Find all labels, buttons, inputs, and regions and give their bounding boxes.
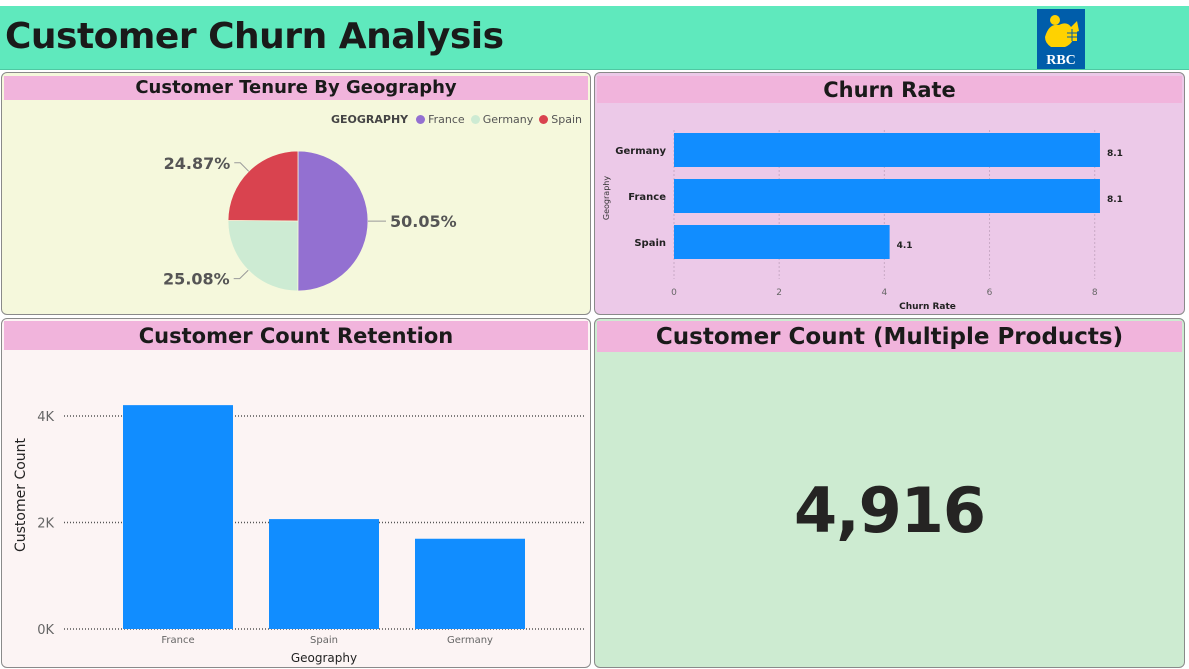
logo-text: RBC <box>1046 53 1076 68</box>
churn-rate-bar-chart[interactable]: 0 2 4 6 8Germany 8.1France 8.1Spain 4.1Churn Ra… <box>595 73 1185 315</box>
pie-slice-germany[interactable] <box>227 220 299 292</box>
data-label-spain: 24.87% <box>164 154 231 173</box>
rbc-logo: RBC <box>1037 9 1085 69</box>
x-tick-label-8: 8 <box>1092 288 1098 298</box>
multi-panel-title: Customer Count (Multiple Products) <box>597 321 1182 352</box>
y-tick-label-0: 0K <box>37 623 54 638</box>
x-tick-label-4: 4 <box>881 288 887 298</box>
x-tick-label-france: France <box>161 635 194 646</box>
pie-slice-france[interactable] <box>297 150 369 292</box>
y-tick-label-germany: Germany <box>615 146 666 157</box>
tenure-by-geography-panel[interactable]: Customer Tenure By Geography GEOGRAPHY F… <box>1 72 591 315</box>
multiple-products-panel[interactable]: Customer Count (Multiple Products) 4,916 <box>594 318 1185 668</box>
data-label-germany: 8.1 <box>1107 149 1123 159</box>
x-tick-label-6: 6 <box>987 288 993 298</box>
data-label-germany: 25.08% <box>163 270 230 289</box>
pie-slice-spain[interactable] <box>227 150 299 222</box>
data-label-france: 8.1 <box>1107 195 1123 205</box>
leader-line-germany <box>233 269 249 280</box>
x-tick-label-2: 2 <box>776 288 782 298</box>
bar-germany[interactable] <box>674 133 1100 167</box>
kpi-value: 4,916 <box>793 474 986 547</box>
x-axis-title: Churn Rate <box>899 302 956 312</box>
y-tick-label-4000: 4K <box>37 410 54 425</box>
y-tick-label-2000: 2K <box>37 517 54 532</box>
y-axis-title: Customer Count <box>13 437 29 552</box>
bar-france[interactable] <box>674 179 1100 213</box>
x-tick-label-germany: Germany <box>447 635 493 646</box>
retention-bar-chart[interactable]: 0K2K4KFrance Spain GermanyGeographyCustome… <box>2 319 591 668</box>
bar-spain[interactable] <box>269 519 379 629</box>
data-label-france: 50.05% <box>390 212 457 231</box>
header-bar: Customer Churn Analysis RBC <box>0 6 1189 70</box>
y-tick-label-spain: Spain <box>634 238 666 249</box>
pie-chart[interactable]: 50.05% 25.08% 24.87% <box>2 73 591 315</box>
y-tick-label-france: France <box>628 192 666 203</box>
leader-line-spain <box>234 162 250 172</box>
bar-france[interactable] <box>123 405 233 629</box>
x-tick-label-0: 0 <box>671 288 677 298</box>
page-title: Customer Churn Analysis <box>5 16 504 57</box>
retention-panel[interactable]: Customer Count Retention 0K 2K 4K France Spa… <box>1 318 591 668</box>
x-axis-title: Geography <box>291 651 357 665</box>
data-label-spain: 4.1 <box>897 241 913 251</box>
x-tick-label-spain: Spain <box>310 635 338 646</box>
y-axis-title: Geography <box>602 176 611 220</box>
churn-rate-panel[interactable]: Churn Rate 0 2 4 6 8 Germany 8.1 France 8.1 Spain… <box>594 72 1185 315</box>
bar-germany[interactable] <box>415 538 525 629</box>
bar-spain[interactable] <box>674 225 890 259</box>
